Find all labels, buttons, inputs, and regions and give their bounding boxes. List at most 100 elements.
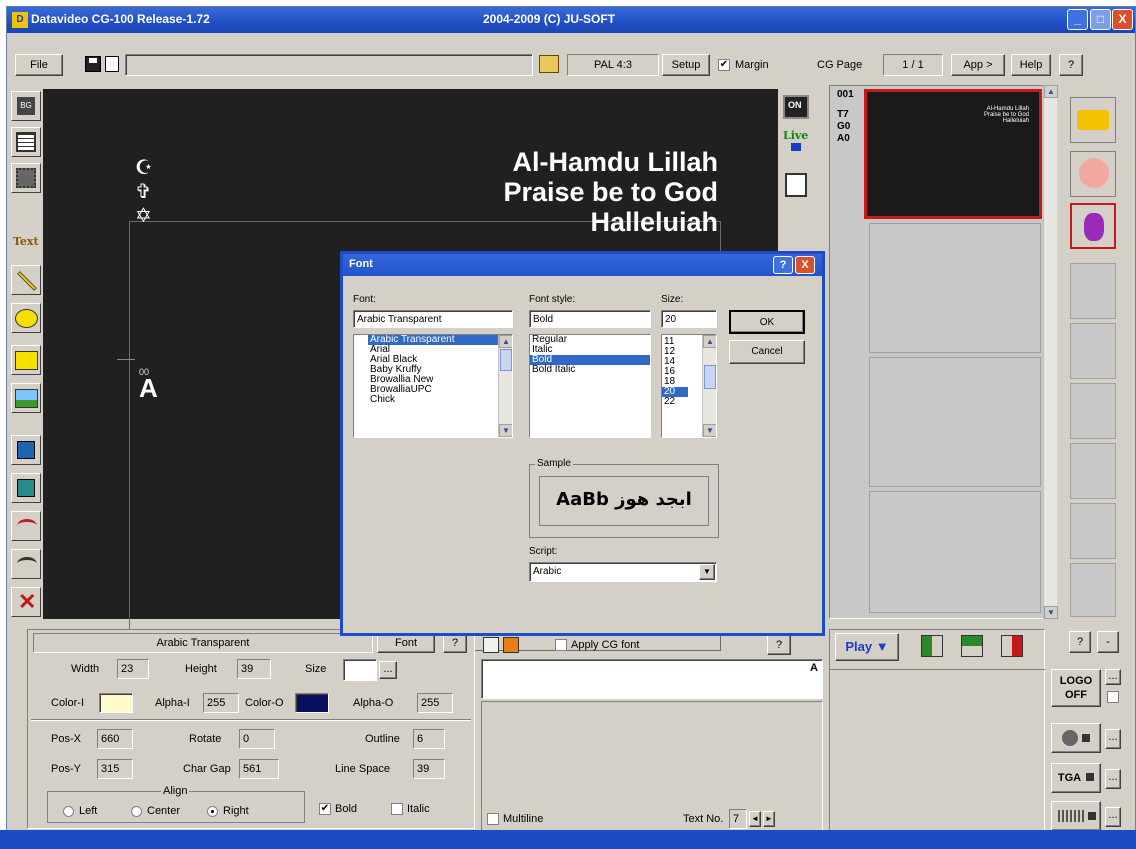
selected-text-object[interactable]: A: [139, 373, 158, 404]
alpha-o-field[interactable]: 255: [417, 693, 453, 713]
side-slot-2[interactable]: [1070, 323, 1116, 379]
font-list-item[interactable]: Chick: [368, 395, 512, 405]
font-list[interactable]: Arabic Transparent Arial Arial Black Bab…: [353, 334, 513, 438]
tga-dots-button[interactable]: ...: [1105, 769, 1121, 789]
side-slot-3[interactable]: [1070, 383, 1116, 439]
editor-help-button[interactable]: ?: [767, 635, 791, 655]
italic-checkbox[interactable]: [391, 803, 403, 815]
scroll-up-arrow[interactable]: ▲: [1044, 85, 1058, 98]
font-button[interactable]: Font: [377, 633, 435, 653]
clipboard-icon[interactable]: [785, 173, 807, 197]
page-thumb-2[interactable]: [869, 223, 1041, 353]
width-field[interactable]: 23: [117, 659, 149, 679]
page-thumb-3[interactable]: [869, 357, 1041, 487]
transition-icon-1[interactable]: [921, 635, 943, 657]
size-input[interactable]: 20: [661, 310, 717, 328]
save-icon[interactable]: [85, 56, 101, 72]
close-button[interactable]: X: [1112, 9, 1133, 30]
alpha-i-field[interactable]: 255: [203, 693, 239, 713]
bold-checkbox[interactable]: ✔: [319, 803, 331, 815]
align-left-radio[interactable]: [63, 806, 74, 817]
side-help-button[interactable]: ?: [1069, 631, 1091, 653]
file-menu-button[interactable]: File: [15, 54, 63, 76]
rectangle-tool[interactable]: [11, 345, 41, 375]
safe-area-tool[interactable]: [11, 163, 41, 193]
cg-text-line-1[interactable]: Al-Hamdu Lillah: [512, 147, 718, 178]
ellipse-tool[interactable]: [11, 303, 41, 333]
side-minus-button[interactable]: -: [1097, 631, 1119, 653]
undo-tool[interactable]: [11, 511, 41, 541]
text-no-field[interactable]: 7: [729, 809, 747, 829]
font-style-input[interactable]: Bold: [529, 310, 651, 328]
cg-text-line-2[interactable]: Praise be to God: [503, 177, 718, 208]
font-name-input[interactable]: Arabic Transparent: [353, 310, 513, 328]
tga-button[interactable]: TGA: [1051, 763, 1101, 793]
about-button[interactable]: ?: [1059, 54, 1083, 76]
size-list-scrollbar[interactable]: ▲ ▼: [702, 335, 716, 437]
live-button[interactable]: Live: [783, 129, 811, 155]
text-no-prev[interactable]: ◄: [749, 811, 761, 827]
help-button[interactable]: Help: [1011, 54, 1051, 76]
side-slot-5[interactable]: [1070, 503, 1116, 559]
minimize-button[interactable]: _: [1067, 9, 1088, 30]
scroll-thumb[interactable]: [704, 365, 716, 389]
on-air-button[interactable]: ON: [783, 95, 809, 119]
side-slot-4[interactable]: [1070, 443, 1116, 499]
logo-dots-button[interactable]: ...: [1105, 669, 1121, 685]
props-help-button[interactable]: ?: [443, 633, 467, 653]
page-thumb-selected[interactable]: Al-Hamdu Lillah Praise be to God Hallelu…: [864, 89, 1042, 219]
text-no-next[interactable]: ►: [763, 811, 775, 827]
scroll-down-arrow[interactable]: ▼: [499, 424, 512, 437]
font-list-scrollbar[interactable]: ▲ ▼: [498, 335, 512, 437]
face-button[interactable]: [1070, 151, 1116, 197]
crawl-dots-button[interactable]: ...: [1105, 807, 1121, 827]
transition-icon-3[interactable]: [1001, 635, 1023, 657]
clock-dots-button[interactable]: ...: [1105, 729, 1121, 749]
star-of-david-icon[interactable]: ✡: [135, 203, 152, 227]
script-select[interactable]: Arabic ▼: [529, 562, 717, 582]
outline-field[interactable]: 6: [413, 729, 445, 749]
page-thumb-4[interactable]: [869, 491, 1041, 613]
side-slot-6[interactable]: [1070, 563, 1116, 617]
play-button[interactable]: Play ▼: [835, 633, 899, 661]
pages-scrollbar[interactable]: ▲ ▼: [1043, 85, 1058, 619]
crown-button[interactable]: [1070, 97, 1116, 143]
side-slot-1[interactable]: [1070, 263, 1116, 319]
image-tool[interactable]: [11, 383, 41, 413]
font-ok-button[interactable]: OK: [729, 310, 805, 334]
setup-button[interactable]: Setup: [662, 54, 710, 76]
margin-checkbox[interactable]: ✔: [718, 59, 730, 71]
size-list[interactable]: 11 12 14 16 18 20 22 ▲ ▼: [661, 334, 717, 438]
size-field[interactable]: [343, 659, 377, 681]
text-input-area[interactable]: A: [481, 659, 823, 699]
transition-icon-2[interactable]: [961, 635, 983, 657]
cross-icon[interactable]: ✞: [135, 179, 152, 203]
clock-button[interactable]: [1051, 723, 1101, 753]
editor-icon-b[interactable]: [503, 637, 519, 653]
apply-cg-font-checkbox[interactable]: [555, 639, 567, 651]
color-i-swatch[interactable]: [99, 693, 133, 713]
char-gap-field[interactable]: 561: [239, 759, 279, 779]
pos-y-field[interactable]: 315: [97, 759, 133, 779]
text-tool-button[interactable]: Text: [11, 233, 41, 253]
height-field[interactable]: 39: [237, 659, 271, 679]
pos-x-field[interactable]: 660: [97, 729, 133, 749]
delete-tool[interactable]: ✕: [11, 587, 41, 617]
scroll-up-arrow[interactable]: ▲: [499, 335, 512, 348]
editor-icon-a[interactable]: [483, 637, 499, 653]
redo-tool[interactable]: [11, 549, 41, 579]
scroll-down-arrow[interactable]: ▼: [703, 424, 716, 437]
align-center-radio[interactable]: [131, 806, 142, 817]
grapes-button[interactable]: [1070, 203, 1116, 249]
open-folder-icon[interactable]: [539, 55, 559, 73]
line-space-field[interactable]: 39: [413, 759, 445, 779]
background-tool[interactable]: BG: [11, 91, 41, 121]
logo-off-button[interactable]: LOGO OFF: [1051, 669, 1101, 707]
size-browse-button[interactable]: ...: [379, 661, 397, 679]
cg-text-line-3[interactable]: Halleluiah: [590, 207, 718, 238]
multiline-checkbox[interactable]: [487, 813, 499, 825]
grid-tool[interactable]: [11, 127, 41, 157]
crawl-button[interactable]: [1051, 801, 1101, 831]
chevron-down-icon[interactable]: ▼: [699, 564, 715, 580]
new-page-icon[interactable]: [105, 56, 119, 72]
